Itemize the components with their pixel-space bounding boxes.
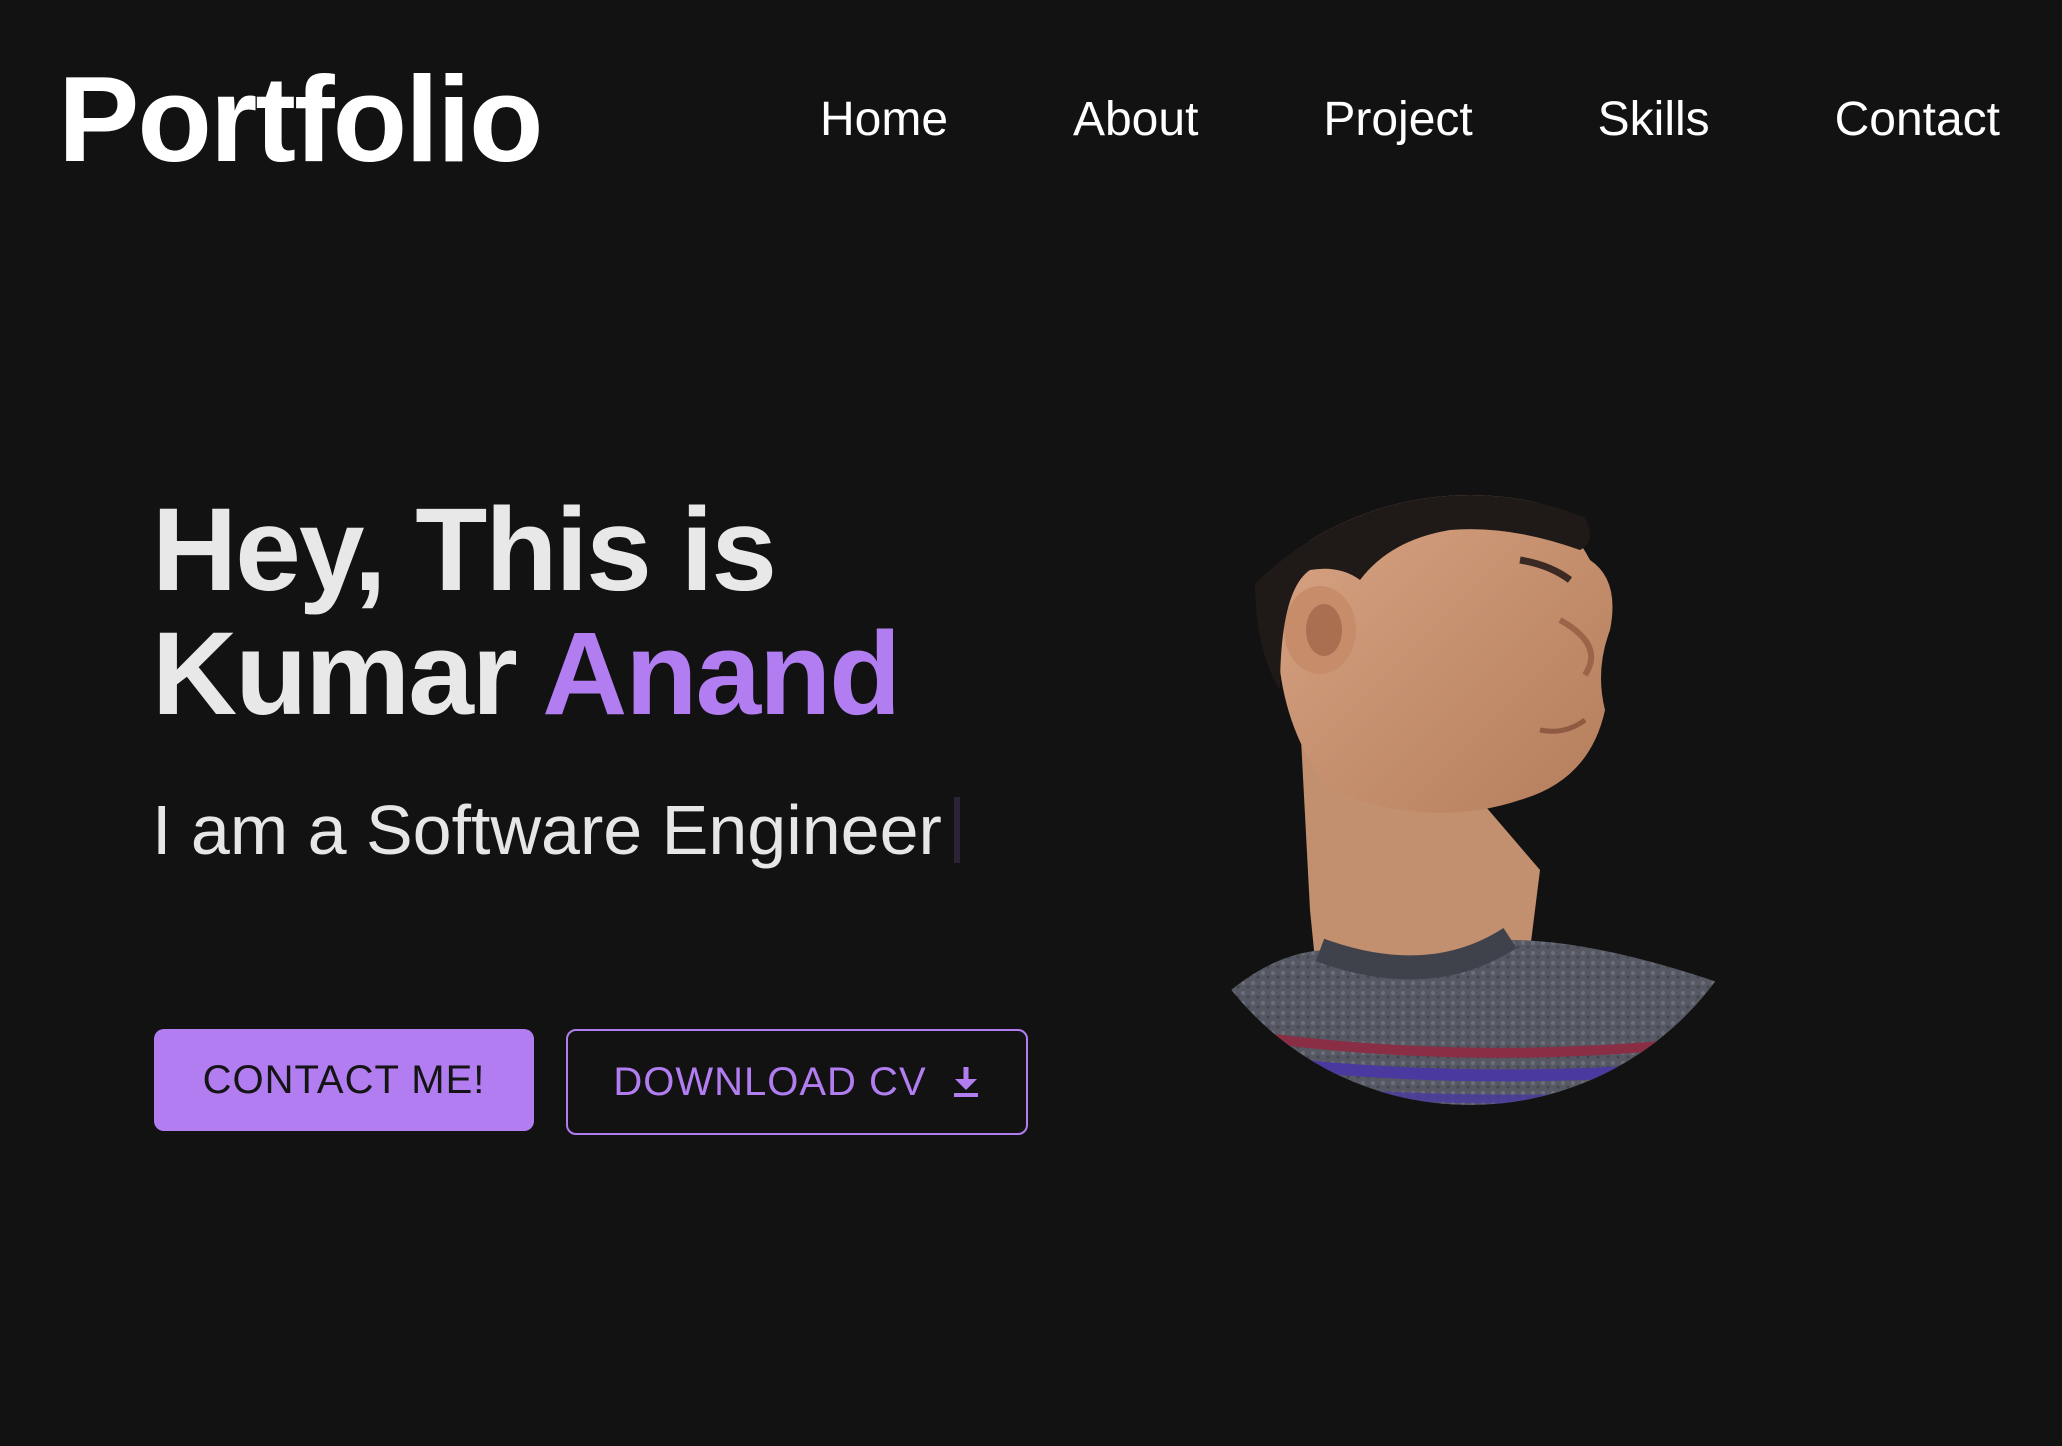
hero-last-name: Anand <box>542 608 901 740</box>
download-cv-button[interactable]: DOWNLOAD CV <box>566 1029 1028 1135</box>
nav-about[interactable]: About <box>1073 96 1198 144</box>
profile-photo <box>1180 495 1760 1105</box>
nav-contact[interactable]: Contact <box>1835 96 2000 144</box>
hero-typed-subtitle: I am a Software Engineer <box>152 790 960 870</box>
typing-cursor <box>953 797 960 863</box>
hero-headline: Hey, This is Kumar Anand <box>152 488 901 736</box>
main-nav: Home About Project Skills Contact <box>820 96 2000 144</box>
nav-skills[interactable]: Skills <box>1598 96 1710 144</box>
hero-greeting: Hey, This is <box>152 484 777 616</box>
nav-home[interactable]: Home <box>820 96 948 144</box>
typed-text: I am a Software Engineer <box>152 791 942 869</box>
nav-project[interactable]: Project <box>1323 96 1472 144</box>
download-cv-label: DOWNLOAD CV <box>613 1059 927 1104</box>
contact-me-button[interactable]: CONTACT ME! <box>154 1029 534 1131</box>
hero-first-name: Kumar <box>152 608 518 740</box>
page: Portfolio Home About Project Skills Cont… <box>0 0 2062 1446</box>
download-icon <box>953 1067 978 1097</box>
logo[interactable]: Portfolio <box>58 58 543 180</box>
